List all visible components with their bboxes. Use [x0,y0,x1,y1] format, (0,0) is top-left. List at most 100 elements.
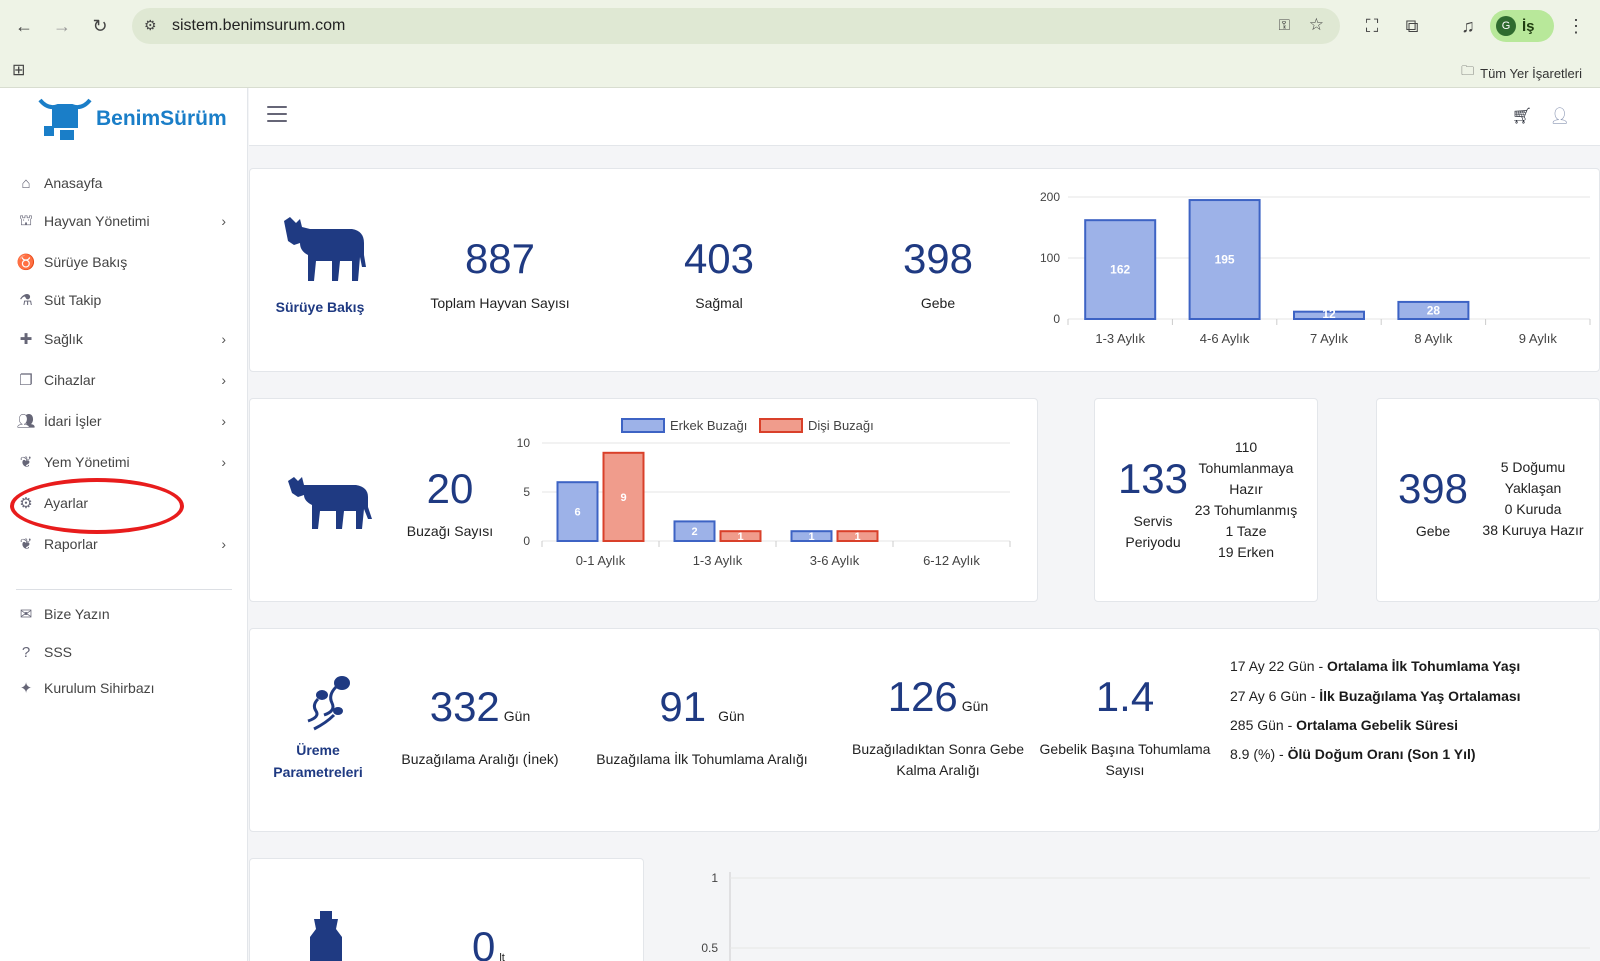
service-detail-line: 23 Tohumlanmış [1194,502,1298,518]
logo-text: BenimSürüm [96,107,227,130]
reproduction-line: 285 Gün - Ortalama Gebelik Süresi [1230,717,1458,733]
all-bookmarks[interactable]: 🗀 Tüm Yer İşaretleri [1461,62,1582,84]
reproduction-line-value: 285 Gün [1230,717,1284,733]
service-period-details: 110 Tohumlanmaya Hazır 23 Tohumlanmış 1 Taze… [1191,437,1301,563]
sidebar-item-sürüye-bakış[interactable]: ♉ Sürüye Bakış [16,247,234,277]
pregnant-detail-line: Yaklaşan [1504,480,1562,496]
chevron-right-icon: › [221,536,226,552]
calves-card: 20 Buzağı Sayısı Erkek Buzağı Dişi Buzağı… [249,398,1038,602]
milk-value: 0 lt [472,923,532,961]
sidebar-item-sss[interactable]: ? SSS [16,637,234,667]
chevron-right-icon: › [221,331,226,347]
milking-label: Sağmal [695,295,743,311]
profile-button[interactable]: G İş [1490,10,1554,42]
all-bookmarks-label: Tüm Yer İşaretleri [1480,65,1582,81]
calf-count-value: 20 [426,465,474,512]
calving-interval-label: Buzağılama Aralığı (İnek) [401,751,559,767]
open-days-value: 126 Gün [838,673,1038,721]
barn-icon: ⛫ [19,211,33,229]
sidebar-item-label: Kurulum Sihirbazı [44,680,155,696]
calf-count-label: Buzağı Sayısı [406,523,494,539]
back-icon[interactable]: ← [8,10,40,42]
logo[interactable]: BenimSürüm [38,96,227,142]
browser-toolbar: ← → ↻ ⚙ sistem.benimsurum.com ⚿ ☆ ⛶ ⧉ ♫ … [0,0,1600,52]
x-tick-label: 4-6 Aylık [1200,331,1250,346]
services-per-conception-value: 1.4 [1095,673,1155,720]
hamburger-menu-icon[interactable] [267,106,287,122]
pregnant-details: 5 Doğumu Yaklaşan 0 Kuruda 38 Kuruya Hazır [1473,457,1593,541]
bar-value-label: 1 [854,531,860,543]
address-bar[interactable]: ⚙ sistem.benimsurum.com ⚿ ☆ [132,8,1340,44]
folder-icon: 🗀 [1461,63,1475,78]
key-icon[interactable]: ⚿ [1279,17,1290,34]
sidebar-item-i̇dari-i̇şler[interactable]: 👥︎ İdari İşler › [16,406,234,436]
star-icon[interactable]: ☆ [1309,15,1324,35]
sidebar-item-raporlar[interactable]: ❦ Raporlar › [16,529,234,559]
contact-icon: ✉ [19,606,33,623]
chevron-right-icon: › [221,213,226,229]
pregnant-detail-line: 5 Doğumu [1500,459,1566,475]
cart-icon[interactable]: 🛒︎ [1512,106,1532,126]
sidebar-item-label: SSS [44,644,73,660]
bar-value-label: 6 [574,507,580,519]
legend-swatch-female [759,418,803,433]
calf-icon [288,477,372,529]
reproduction-line: 17 Ay 22 Gün - Ortalama İlk Tohumlama Ya… [1230,658,1520,674]
screenshot-icon[interactable]: ⛶ [1356,10,1388,42]
x-tick-label: 0-1 Aylık [576,553,626,568]
home-icon: ⌂ [21,174,31,192]
reproduction-title-line1: Üreme [296,742,340,758]
health-hand-icon: ✚ [19,331,33,348]
pregnant-detail-line: 38 Kuruya Hazır [1482,522,1584,538]
sidebar: BenimSürüm ⌂ Anasayfa ⛫ Hayvan Yönetimi › ♉ Sü… [0,88,248,961]
sidebar-item-label: Raporlar [44,536,98,552]
x-tick-label: 7 Aylık [1310,331,1349,346]
sidebar-item-süt-takip[interactable]: ⚗ Süt Takip [16,285,234,315]
url-text: sistem.benimsurum.com [172,17,346,34]
bar-value-label: 195 [1215,253,1235,267]
first-insemination-interval-unit: Gün [718,708,745,724]
user-icon[interactable]: 👤︎ [1550,106,1570,126]
reload-icon[interactable]: ↻ [84,10,116,42]
calving-interval-value: 332 Gün [380,683,580,731]
legend-label-female: Dişi Buzağı [808,418,874,433]
site-settings-icon[interactable]: ⚙ [144,17,157,34]
sidebar-item-sağlık[interactable]: ✚ Sağlık › [16,324,234,354]
services-per-conception-label: Gebelik Başına Tohumlama Sayısı [1030,739,1220,781]
herd-overview-card: Sürüye Bakış 887 Toplam Hayvan Sayısı 40… [249,168,1600,372]
reproduction-line-value: 17 Ay 22 Gün [1230,658,1315,674]
calving-interval-number: 332 [429,683,500,730]
question-icon: ? [21,643,31,661]
bar-value-label: 1 [737,531,743,543]
chart-legend: Erkek Buzağı Dişi Buzağı [621,418,874,433]
sidebar-item-cihazlar[interactable]: ❐ Cihazlar › [16,365,234,395]
bookmarks-bar: ⊞ 🗀 Tüm Yer İşaretleri [0,52,1600,88]
profile-label: İş [1522,17,1535,35]
sidebar-item-anasayfa[interactable]: ⌂ Anasayfa [16,168,234,198]
more-menu-icon[interactable]: ⋮ [1560,10,1592,42]
sidebar-item-label: Hayvan Yönetimi [44,213,150,229]
total-animals-value: 887 [464,235,536,282]
reproduction-line-label: Ölü Doğum Oranı (Son 1 Yıl) [1287,746,1476,762]
x-tick-label: 6-12 Aylık [923,553,980,568]
calving-interval-unit: Gün [503,708,531,724]
reproduction-line: 27 Ay 6 Gün - İlk Buzağılama Yaş Ortalam… [1230,688,1521,704]
milk-number: 0 [472,923,496,961]
sidebar-item-bize-yazın[interactable]: ✉ Bize Yazın [16,599,234,629]
reproduction-line-separator: - [1283,717,1297,733]
highlight-ring-annotation [10,478,184,534]
open-days-unit: Gün [961,698,989,714]
sidebar-item-kurulum-sihirbazı[interactable]: ✦ Kurulum Sihirbazı [16,673,234,703]
apps-grid-icon[interactable]: ⊞ [12,60,25,80]
extensions-icon[interactable]: ⧉ [1396,10,1428,42]
media-icon[interactable]: ♫ [1452,10,1484,42]
sidebar-item-yem-yönetimi[interactable]: ❦ Yem Yönetimi › [16,447,234,477]
bar-value-label: 2 [691,526,697,538]
profile-avatar: G [1496,16,1516,36]
sidebar-item-label: Cihazlar [44,372,96,388]
forward-icon[interactable]: → [46,10,78,42]
y-tick-label: 1 [711,871,718,885]
sidebar-item-hayvan-yönetimi[interactable]: ⛫ Hayvan Yönetimi › [16,206,234,236]
reproduction-title: Üreme Parametreleri [268,739,368,783]
milk-card: 0 lt [249,858,644,961]
